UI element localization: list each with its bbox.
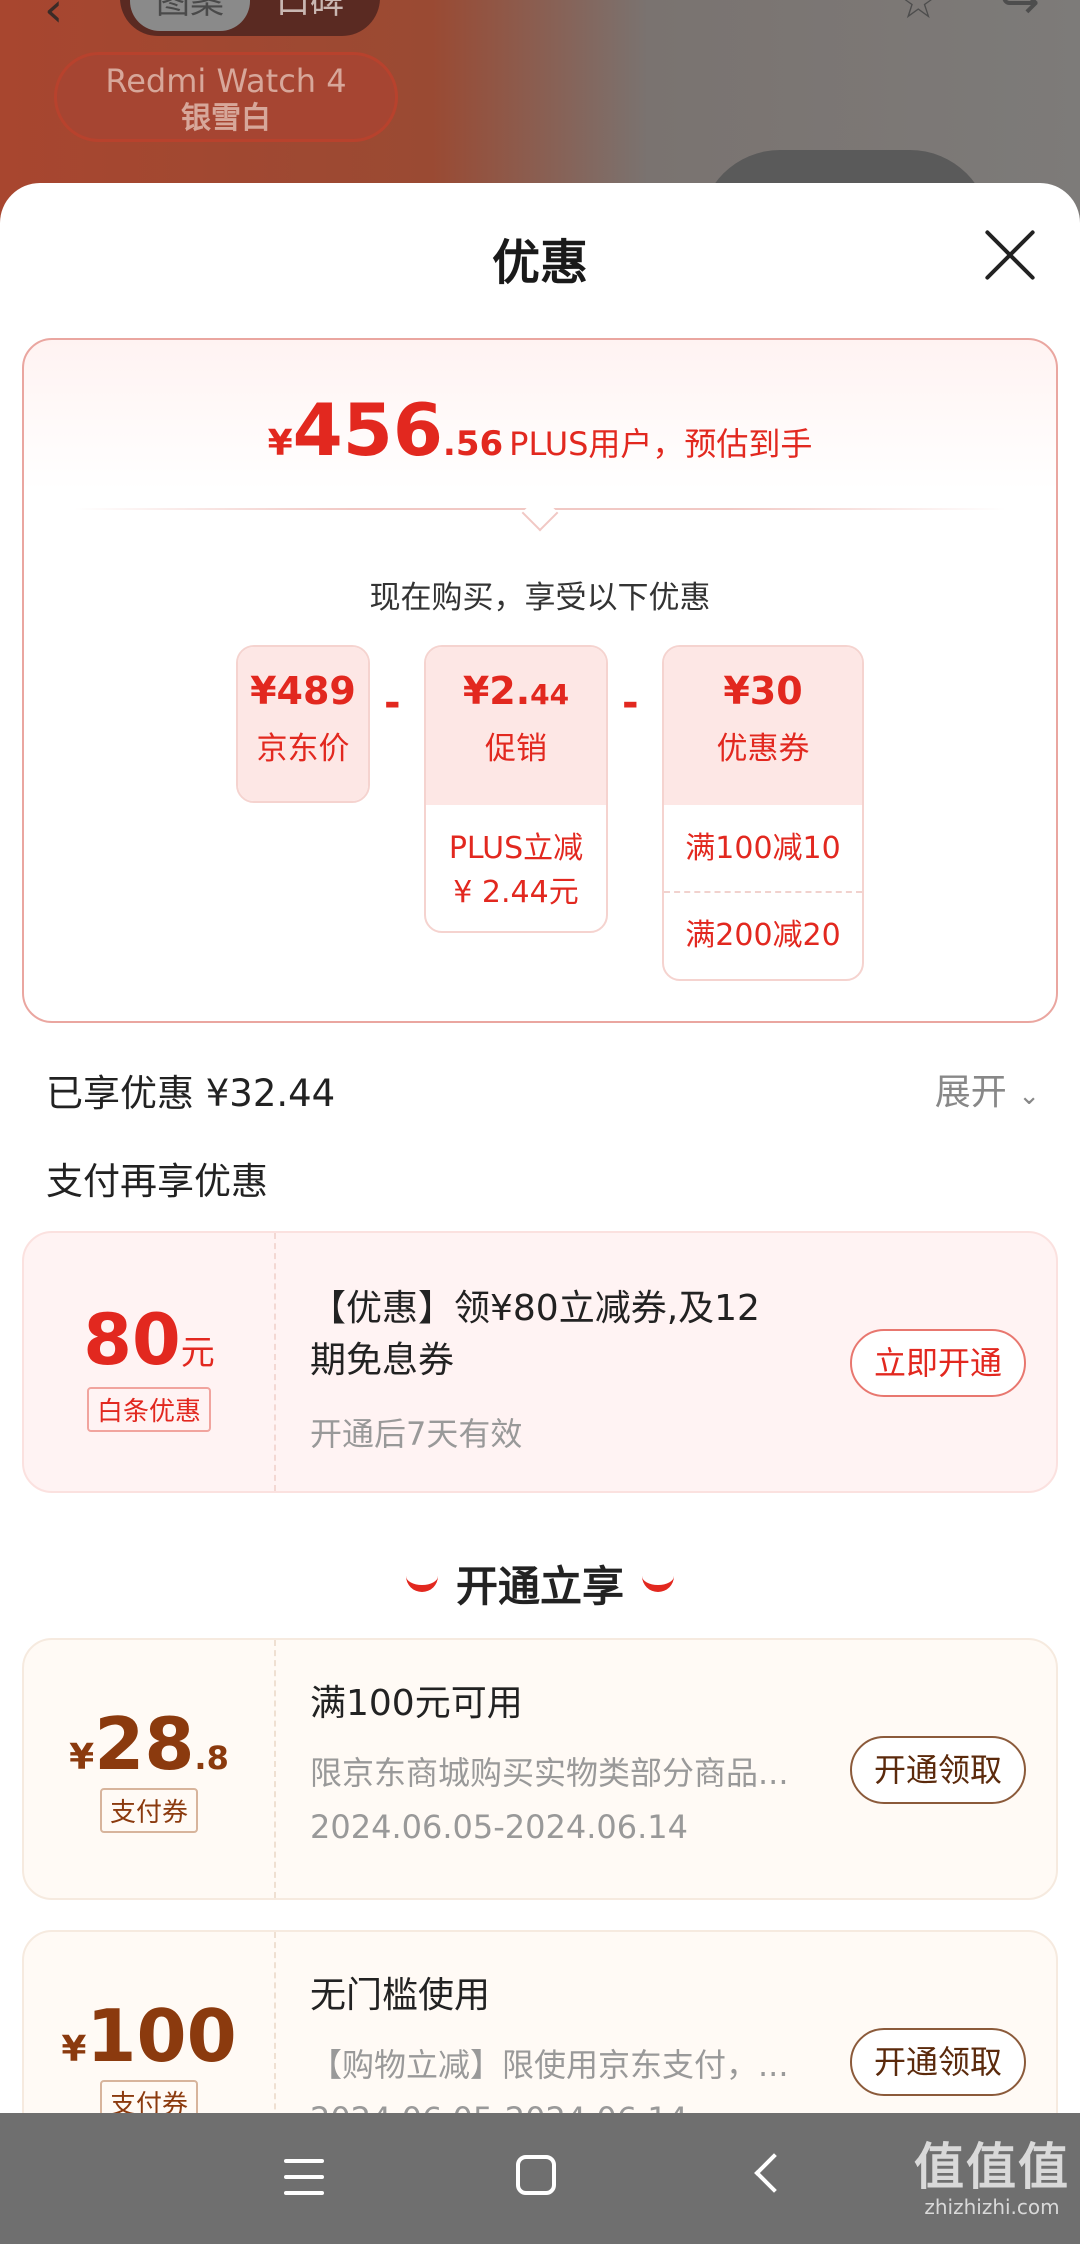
baitiao-coupon-card: 80元 白条优惠 【优惠】领¥80立减券,及12 期免息券 开通后7天有效 立即… bbox=[22, 1231, 1058, 1493]
promo-label: 促销 bbox=[485, 731, 547, 767]
product-badge: Redmi Watch 4 银雪白 bbox=[54, 52, 398, 142]
estimate-currency: ¥ bbox=[267, 423, 293, 464]
coupon-decimal: .8 bbox=[194, 1739, 229, 1777]
jd-price-box: ¥489 京东价 bbox=[236, 645, 370, 803]
watermark: 值值值 zhizhizhi.com bbox=[914, 2127, 1070, 2219]
product-badge-color: 银雪白 bbox=[181, 101, 271, 136]
divider-arrow-icon bbox=[521, 494, 559, 532]
coupon-date: 2024.06.05-2024.06.14 bbox=[310, 1808, 688, 1846]
buy-now-text: 现在购买，享受以下优惠 bbox=[369, 580, 711, 616]
coupon-amount-area: 80元 白条优惠 bbox=[24, 1233, 276, 1491]
back-icon[interactable] bbox=[754, 2153, 794, 2193]
activate-button[interactable]: 立即开通 bbox=[850, 1329, 1026, 1397]
tab-pattern: 图案 bbox=[130, 0, 250, 31]
claim-button[interactable]: 开通领取 bbox=[850, 2028, 1026, 2096]
coupon-amount-area: ¥28.8 支付券 bbox=[24, 1640, 276, 1898]
share-icon: ↪ bbox=[999, 0, 1040, 30]
estimate-decimal: .56 bbox=[442, 424, 504, 464]
promo-value: ¥2.44 bbox=[462, 669, 570, 713]
system-nav-bar: 值值值 zhizhizhi.com bbox=[0, 2113, 1080, 2244]
coupon-currency: ¥ bbox=[61, 2029, 87, 2070]
coupon-title: 满100元可用 bbox=[310, 1683, 523, 1724]
jd-price-value: ¥489 bbox=[250, 669, 356, 713]
product-tab-bar: 图案 口碑 bbox=[120, 0, 380, 36]
coupon-label: 优惠券 bbox=[716, 731, 810, 767]
estimated-price: ¥456.56 PLUS用户，预估到手 bbox=[24, 388, 1056, 472]
estimate-label: PLUS用户，预估到手 bbox=[509, 425, 813, 463]
sheet-title: 优惠 bbox=[491, 235, 588, 291]
section-title: 开通立享 bbox=[0, 1553, 1080, 1614]
tab-reviews: 口碑 bbox=[276, 0, 344, 22]
coupon-rule-2: 满200减20 bbox=[685, 918, 841, 953]
coupon-tag: 支付券 bbox=[99, 1788, 198, 1833]
pay-coupon-card: ¥28.8 支付券 满100元可用 限京东商城购买实物类部分商品... 2024… bbox=[22, 1638, 1058, 1900]
coupon-description: 限京东商城购买实物类部分商品... bbox=[310, 1754, 789, 1792]
baitiao-tag: 白条优惠 bbox=[86, 1387, 211, 1432]
coupon-box: ¥30 优惠券 满100减10 满200减20 bbox=[662, 645, 864, 981]
coupon-amount: 28 bbox=[94, 1702, 195, 1786]
coupon-description: 【购物立减】限使用京东支付，... bbox=[310, 2046, 789, 2084]
promo-detail-line2: ¥ 2.44元 bbox=[453, 875, 579, 910]
baitiao-title: 【优惠】领¥80立减券,及12 期免息券 bbox=[310, 1288, 760, 1381]
expand-button[interactable]: 展开 ⌄ bbox=[935, 1063, 1040, 1115]
coupon-tag: 支付券 bbox=[99, 2080, 198, 2113]
watermark-url: zhizhizhi.com bbox=[924, 2195, 1060, 2219]
minus-sign-2: - bbox=[622, 680, 639, 726]
close-icon[interactable] bbox=[980, 225, 1040, 285]
watermark-logo: 值值值 bbox=[914, 2138, 1070, 2196]
recent-apps-icon[interactable] bbox=[284, 2159, 324, 2195]
baitiao-validity: 开通后7天有效 bbox=[310, 1415, 523, 1453]
smile-icon-right bbox=[642, 1576, 674, 1592]
coupon-title: 无门槛使用 bbox=[310, 1975, 491, 2016]
back-arrow-icon: ‹ bbox=[44, 0, 64, 38]
pay-coupon-card-2: ¥100 支付券 无门槛使用 【购物立减】限使用京东支付，... 2024.06… bbox=[22, 1930, 1058, 2113]
promo-detail-line1: PLUS立减 bbox=[448, 831, 584, 866]
enjoyed-discount: 已享优惠 ¥32.44 bbox=[46, 1072, 336, 1115]
expand-label: 展开 bbox=[934, 1072, 1007, 1113]
product-badge-name: Redmi Watch 4 bbox=[105, 62, 347, 100]
home-icon[interactable] bbox=[516, 2155, 556, 2195]
coupon-date: 2024.06.05-2024.06.14 bbox=[310, 2100, 688, 2113]
estimate-integer: 456 bbox=[292, 388, 443, 472]
coupon-amount-area: ¥100 支付券 bbox=[24, 1932, 276, 2113]
header-icons: ☆ ↪ bbox=[897, 0, 1040, 30]
baitiao-amount: 80 bbox=[83, 1299, 181, 1381]
baitiao-unit: 元 bbox=[180, 1333, 215, 1373]
coupon-rule-1: 满100减10 bbox=[664, 805, 862, 893]
minus-sign: - bbox=[384, 680, 401, 726]
coupon-amount: 100 bbox=[86, 1994, 237, 2078]
chevron-down-icon: ⌄ bbox=[1018, 1081, 1040, 1111]
claim-button[interactable]: 开通领取 bbox=[850, 1736, 1026, 1804]
pay-more-title: 支付再享优惠 bbox=[46, 1160, 268, 1203]
promo-box: ¥2.44 促销 PLUS立减 ¥ 2.44元 bbox=[424, 645, 608, 933]
star-icon: ☆ bbox=[896, 0, 940, 30]
price-breakdown-card: ¥456.56 PLUS用户，预估到手 现在购买，享受以下优惠 ¥489 京东价 … bbox=[22, 338, 1058, 1023]
smile-icon bbox=[405, 1576, 438, 1592]
discount-sheet: 优惠 ¥456.56 PLUS用户，预估到手 现在购买，享受以下优惠 ¥489 京… bbox=[0, 183, 1080, 2113]
coupon-currency: ¥ bbox=[69, 1737, 95, 1778]
coupon-value: ¥30 bbox=[723, 669, 803, 713]
jd-price-label: 京东价 bbox=[256, 731, 350, 767]
